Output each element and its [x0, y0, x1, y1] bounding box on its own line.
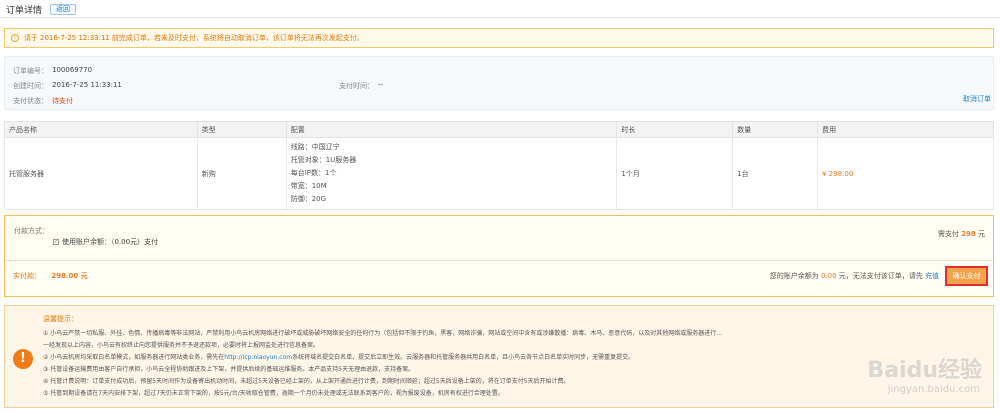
pay-time-value: --	[378, 81, 384, 89]
product-type-cell: 新购	[196, 137, 287, 210]
tip-item: ④ 托管计费说明：订单支付成功后，预留5天时间作为设备寄出机动时间，未超过5天设…	[43, 378, 570, 385]
column-header-duration: 时长	[616, 121, 734, 138]
page-title: 订单详情	[6, 5, 43, 16]
payment-panel: 付款方式： ✓ 使用账户余额：（0.00元）支付 需支付 298 元 实付款： …	[4, 215, 994, 297]
order-number-row: 订单编号： 100069770	[13, 66, 92, 76]
column-header-quantity: 数量	[732, 121, 819, 138]
cancel-order-link[interactable]: 取消订单	[963, 94, 991, 104]
tips-title: 温馨提示：	[43, 315, 78, 323]
recharge-link[interactable]: 充值	[925, 272, 939, 280]
column-header-config: 配置	[285, 121, 618, 138]
pay-time-row: 支付时间： --	[339, 81, 383, 91]
balance-prefix: 您的账户余额为	[769, 272, 819, 280]
actual-pay-label: 实付款：	[13, 272, 41, 280]
config-line: 线路：中国辽宁	[290, 143, 340, 151]
order-number-label: 订单编号：	[13, 67, 48, 75]
actual-pay-amount: 298.00 元	[51, 272, 88, 280]
product-name-cell: 托管服务器	[4, 137, 198, 210]
notice-suffix: 前完成订单，若未及时支付，系统将自动取消订单，该订单将无法再次发起支付。	[111, 34, 364, 42]
tip-item: ① 小鸟云严禁一切私服、外挂、色情、传播病毒等非法网站，严禁利用小鸟云机房网络进…	[43, 330, 723, 337]
column-header-type: 类型	[196, 121, 287, 138]
baidu-watermark: Baidu经验	[867, 358, 982, 383]
tip-text: 系统将域名提交白名单，提交后立即生效。云服务器和托管服务器共用白名单，且小鸟云各…	[292, 354, 635, 361]
column-header-product: 产品名称	[4, 121, 198, 138]
pay-method-label: 付款方式：	[14, 227, 49, 235]
notice-prefix: 请于	[24, 34, 38, 42]
product-price-cell: ¥ 298.00	[817, 137, 994, 210]
back-button[interactable]: 返回	[50, 3, 77, 15]
order-number-value: 100069770	[52, 66, 93, 74]
balance-pay-label: 使用账户余额：（0.00元）支付	[62, 238, 159, 246]
confirm-pay-button[interactable]: 确认支付	[945, 266, 988, 286]
product-quantity-cell: 1台	[732, 137, 819, 210]
config-line: 防御：20G	[290, 195, 327, 203]
pay-status-value: 待支付	[52, 97, 73, 105]
created-time-row: 创建时间： 2016-7-25 11:33:11	[13, 81, 122, 91]
config-line: 每台IP数：1个	[290, 169, 337, 177]
table-header-row: 产品名称 类型 配置 时长 数量 费用	[4, 121, 994, 138]
actual-pay-summary: 实付款： 298.00 元	[13, 271, 88, 281]
pay-time-label: 支付时间：	[339, 82, 374, 90]
need-pay-prefix: 需支付	[937, 230, 959, 238]
tip-item: 一经发现以上内容，小鸟云有权终止向您提供服务并不予退还款项，必要时将上报网监处进…	[43, 342, 320, 349]
need-pay-unit: 元	[978, 230, 985, 238]
payment-deadline-notice: ! 请于 2016-7-25 12:33:11 前完成订单，若未及时支付，系统将…	[4, 28, 994, 48]
need-pay-summary: 需支付 298 元	[938, 229, 985, 239]
page-header: 订单详情 返回	[6, 3, 77, 16]
created-time-label: 创建时间：	[13, 82, 48, 90]
balance-suffix: 元，无法支付该订单，请先	[838, 272, 923, 280]
product-table: 产品名称 类型 配置 时长 数量 费用 托管服务器 新购 线路：中国辽宁 托管对…	[4, 121, 994, 210]
tip-item: ⑤ 托管到期设备请在7天内安排下架，超过7天仍未正常下架的，按5元/台/天收取仓…	[43, 390, 504, 397]
notice-deadline: 2016-7-25 12:33:11	[40, 34, 110, 42]
tips-panel: ! 温馨提示： ① 小鸟云严禁一切私服、外挂、色情、传播病毒等非法网站，严禁利用…	[4, 305, 994, 408]
header-divider	[0, 17, 1000, 18]
balance-pay-option[interactable]: ✓ 使用账户余额：（0.00元）支付	[53, 237, 158, 247]
tip-item: ③ 托管设备运输费用由客户自行承担，小鸟云全程协助跟进及上下架，并提供后续的基础…	[43, 366, 415, 373]
order-info-panel: 订单编号： 100069770 创建时间： 2016-7-25 11:33:11…	[4, 56, 994, 110]
tip-text: ② 小鸟云机房均采取白名单模式，如服务器进行网站类业务，需先在	[43, 354, 225, 361]
watermark-domain: jingyan.baidu.com	[887, 384, 980, 395]
payment-divider	[5, 260, 993, 261]
need-pay-amount: 298	[961, 230, 976, 238]
balance-amount: 0.00	[820, 272, 837, 280]
pay-status-label: 支付状态：	[13, 97, 48, 105]
tip-item: ② 小鸟云机房均采取白名单模式，如服务器进行网站类业务，需先在http://ic…	[43, 352, 987, 364]
table-row: 托管服务器 新购 线路：中国辽宁 托管对象：1U服务器 每台IP数：1个 带宽：…	[4, 137, 994, 210]
tips-list: ① 小鸟云严禁一切私服、外挂、色情、传播病毒等非法网站，严禁利用小鸟云机房网络进…	[43, 328, 987, 400]
product-config-cell: 线路：中国辽宁 托管对象：1U服务器 每台IP数：1个 带宽：10M 防御：20…	[285, 137, 618, 210]
balance-message: 您的账户余额为 0.00 元，无法支付该订单，请先 充值	[770, 271, 939, 281]
icp-link[interactable]: http://icp.niaoyun.com	[224, 354, 292, 361]
checkbox-icon[interactable]: ✓	[53, 239, 59, 245]
column-header-price: 费用	[817, 121, 994, 138]
config-line: 带宽：10M	[290, 182, 327, 190]
pay-status-row: 支付状态： 待支付	[13, 96, 73, 106]
exclamation-icon: !	[13, 349, 33, 369]
config-line: 托管对象：1U服务器	[290, 156, 357, 164]
created-time-value: 2016-7-25 11:33:11	[52, 81, 122, 89]
product-duration-cell: 1个月	[616, 137, 734, 210]
warning-icon: !	[11, 34, 19, 42]
